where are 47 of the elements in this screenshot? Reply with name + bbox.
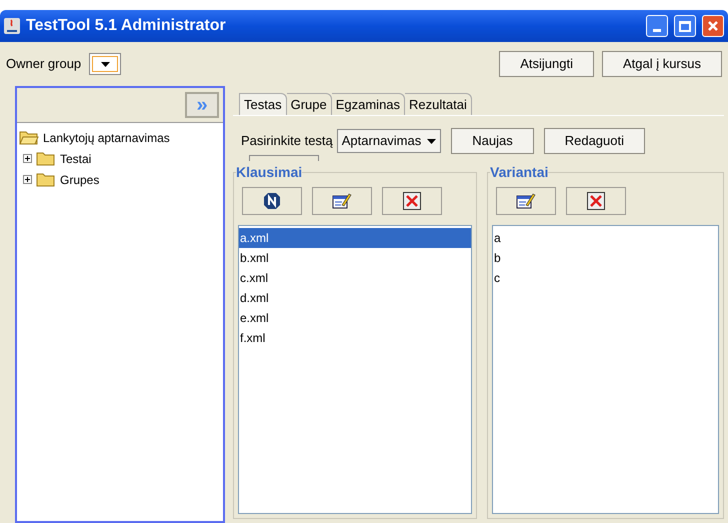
edit-icon (516, 192, 536, 210)
toolbar-button[interactable]: Atsijungti (499, 51, 594, 77)
owner-group-label: Owner group (6, 55, 82, 74)
folder-icon (36, 151, 56, 166)
test-button[interactable]: Naujas (451, 128, 534, 154)
tab[interactable]: Testas (239, 93, 287, 115)
edit-icon (332, 192, 352, 210)
list-item[interactable]: b (493, 248, 718, 268)
minimize-button[interactable] (646, 15, 668, 37)
close-button[interactable] (702, 15, 724, 37)
tree-label[interactable]: Grupes (60, 170, 100, 188)
caret-icon (100, 62, 110, 66)
tab[interactable]: Egzaminas (332, 93, 406, 115)
list-item[interactable]: a (493, 228, 718, 248)
edit-button[interactable] (496, 187, 556, 215)
test-dropdown[interactable]: Aptarnavimas (336, 129, 442, 153)
tree-label[interactable]: Lankytojų aptarnavimas (43, 128, 170, 146)
tab[interactable]: Rezultatai (405, 93, 472, 115)
list-item[interactable]: b.xml (239, 248, 471, 268)
delete-icon (587, 192, 605, 210)
list-item[interactable]: e.xml (239, 308, 471, 328)
expand-icon[interactable] (23, 154, 32, 163)
test-select-label: Pasirinkite testą (241, 132, 333, 150)
app-icon (4, 18, 20, 34)
list-item[interactable]: c (493, 268, 718, 288)
list-item[interactable]: d.xml (239, 288, 471, 308)
delete-button[interactable] (382, 187, 442, 215)
list-item[interactable]: a.xml (239, 228, 471, 248)
owner-group-dropdown[interactable] (89, 53, 122, 75)
tab[interactable]: Grupe (286, 93, 332, 115)
edit-button[interactable] (312, 187, 372, 215)
hidden-button[interactable] (249, 155, 319, 161)
folder-icon (36, 172, 56, 187)
toolbar-button[interactable]: Atgal į kursus (602, 51, 722, 77)
tree-label[interactable]: Testai (60, 150, 92, 168)
list-item[interactable]: f.xml (239, 328, 471, 348)
new-button[interactable] (242, 187, 302, 215)
delete-button[interactable] (566, 187, 626, 215)
expand-icon[interactable] (23, 175, 32, 184)
delete-icon (403, 192, 421, 210)
window-title: TestTool 5.1 Administrator (26, 16, 227, 36)
test-button[interactable]: Redaguoti (544, 128, 645, 154)
caret-icon (427, 138, 436, 144)
new-icon (263, 192, 281, 210)
list-item[interactable]: c.xml (239, 268, 471, 288)
maximize-button[interactable] (674, 15, 696, 37)
close-icon (707, 20, 719, 32)
